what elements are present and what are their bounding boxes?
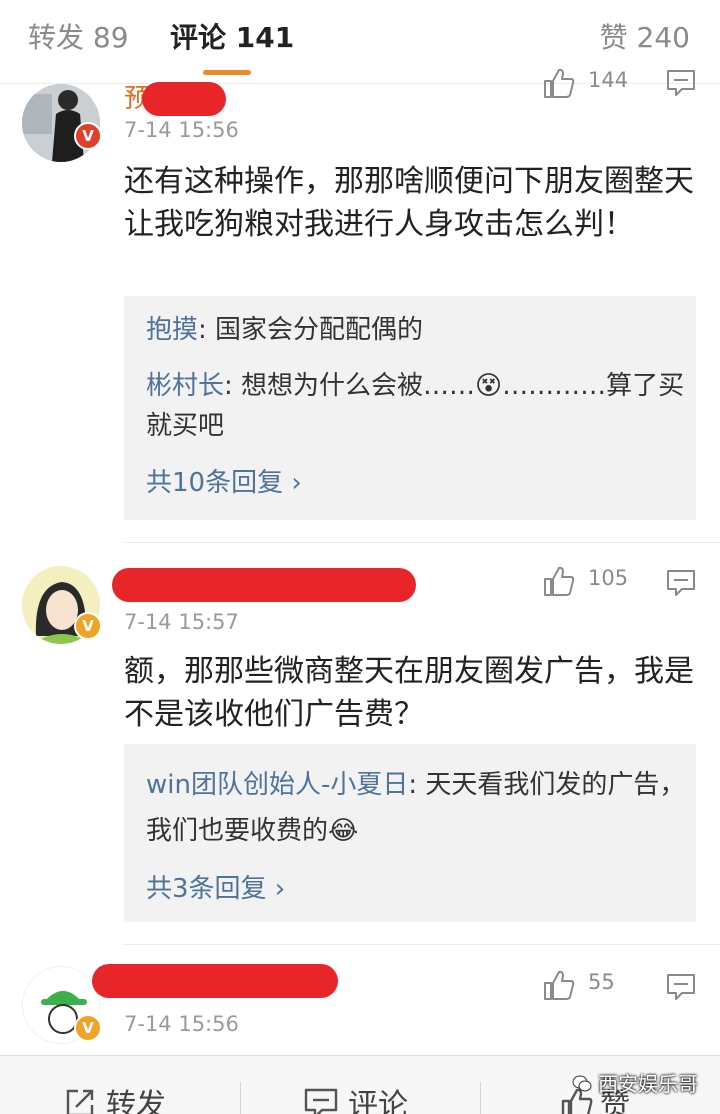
like-button[interactable]: 105 xyxy=(542,564,642,598)
reply-author[interactable]: 彬村长 xyxy=(146,371,224,401)
like-button[interactable]: 144 xyxy=(542,66,642,100)
thumbs-up-icon xyxy=(544,970,575,1000)
verified-badge-icon: V xyxy=(74,1014,102,1042)
repost-button[interactable]: 转发 xyxy=(64,1080,166,1114)
reply-box[interactable]: 抱摸: 国家会分配配偶的 彬村长: 想想为什么会被……😵…………算了买就买吧 共… xyxy=(124,296,696,520)
wechat-icon xyxy=(572,1075,592,1092)
repost-label: 转发 xyxy=(106,1088,166,1114)
reply-item[interactable]: 彬村长: 想想为什么会被……😵…………算了买就买吧 xyxy=(146,366,686,446)
bottom-toolbar: 转发 评论 赞 西安娱乐哥 xyxy=(0,1055,720,1114)
like-count: 55 xyxy=(588,970,615,994)
comment-item: V 哟声 55 7-14 15:56 xyxy=(0,964,720,1054)
comment-text: 还有这种操作，那那啥顺便问下朋友圈整天让我吃狗粮对我进行人身攻击怎么判！ xyxy=(124,164,694,242)
redaction-mark xyxy=(92,964,338,998)
reply-icon[interactable] xyxy=(666,68,696,98)
reply-icon[interactable] xyxy=(666,568,696,598)
watermark: 西安娱乐哥 xyxy=(572,1068,698,1097)
thumbs-up-icon xyxy=(544,566,575,596)
reply-item[interactable]: 抱摸: 国家会分配配偶的 xyxy=(146,310,686,350)
reply-text: : 想想为什么会被……😵…………算了买就买吧 xyxy=(146,371,685,441)
redaction-mark xyxy=(112,568,416,602)
like-count: 144 xyxy=(588,68,629,92)
reply-text: : 国家会分配配偶的 xyxy=(198,315,424,345)
reply-icon[interactable] xyxy=(666,972,696,1002)
comment-text: 额，那那些微商整天在朋友圈发广告，我是不是该收他们广告费？ xyxy=(124,654,694,732)
comment-item: V 预 144 7-14 15:56 还有这种操作，那那啥顺便问下朋友圈整天让我… xyxy=(0,68,720,544)
comment-button[interactable]: 评论 xyxy=(304,1080,408,1114)
comment-item: V 105 7-14 15:57 额，那那些微商整天在朋友圈发广告，我是不是该收… xyxy=(0,566,720,946)
comment-time: 7-14 15:57 xyxy=(124,610,239,634)
reply-author[interactable]: 抱摸 xyxy=(146,315,198,345)
separator xyxy=(240,1082,241,1114)
reply-author[interactable]: win团队创始人-小夏日 xyxy=(146,770,408,800)
verified-badge-icon: V xyxy=(74,612,102,640)
tab-comments[interactable]: 评论 141 xyxy=(170,18,294,58)
reply-item[interactable]: win团队创始人-小夏日: 天天看我们发的广告，我们也要收费的😂 xyxy=(146,762,686,854)
tab-likes[interactable]: 赞 240 xyxy=(600,18,690,58)
divider xyxy=(124,944,720,945)
verified-badge-icon: V xyxy=(74,122,102,150)
divider xyxy=(124,542,720,543)
more-replies-link[interactable]: 共3条回复 › xyxy=(146,868,285,905)
comment-time: 7-14 15:56 xyxy=(124,1012,239,1036)
comment-time: 7-14 15:56 xyxy=(124,118,239,142)
redaction-mark xyxy=(142,82,226,116)
more-replies-link[interactable]: 共10条回复 › xyxy=(146,462,302,499)
active-tab-indicator xyxy=(203,70,251,75)
repost-icon xyxy=(66,1089,94,1114)
tab-repost[interactable]: 转发 89 xyxy=(28,18,129,58)
like-button[interactable]: 55 xyxy=(542,968,642,1002)
separator xyxy=(480,1082,481,1114)
thumbs-up-icon xyxy=(544,68,575,98)
reply-box[interactable]: win团队创始人-小夏日: 天天看我们发的广告，我们也要收费的😂 共3条回复 › xyxy=(124,744,696,922)
watermark-text: 西安娱乐哥 xyxy=(598,1072,698,1096)
comment-label: 评论 xyxy=(348,1088,408,1114)
like-count: 105 xyxy=(588,566,629,590)
comment-icon xyxy=(304,1088,338,1114)
